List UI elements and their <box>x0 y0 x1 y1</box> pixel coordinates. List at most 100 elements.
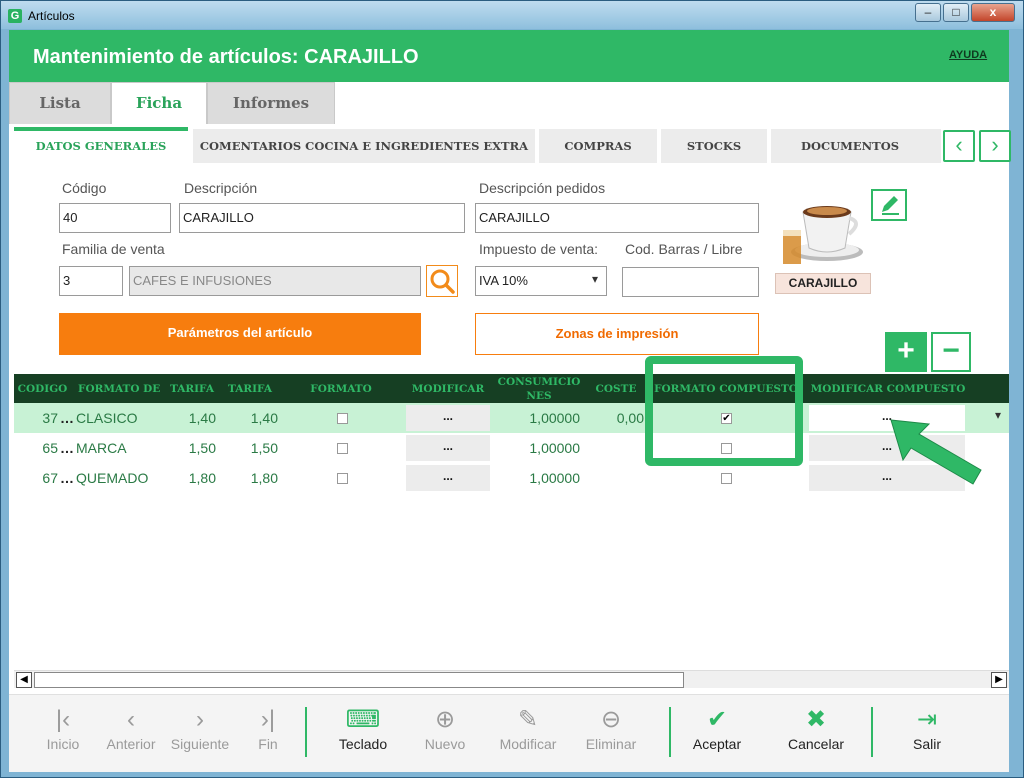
search-icon[interactable] <box>426 265 458 297</box>
subtab-compras[interactable]: COMPRAS <box>539 129 657 163</box>
eliminar-button[interactable]: ⊖ Eliminar <box>571 705 651 767</box>
cell-formato: CLASICO <box>76 410 138 426</box>
next-icon: › <box>196 706 204 733</box>
exit-icon: ⇥ <box>916 706 938 733</box>
col-tarifa-2: TARIFA <box>227 383 272 395</box>
teclado-button[interactable]: ⌨ Teclado <box>323 705 403 767</box>
modificar-tool-button[interactable]: ✎ Modificar <box>487 705 569 767</box>
impuesto-label: Impuesto de venta: <box>479 241 599 257</box>
table-row[interactable]: 37 … CLASICO 1,40 1,40 ... 1,00000 0,00 … <box>14 403 1009 433</box>
scroll-thumb[interactable] <box>34 672 684 688</box>
codigo-field[interactable]: 40 <box>59 203 171 233</box>
cell-tarifa-1: 1,40 <box>188 410 216 426</box>
salir-button[interactable]: ⇥ Salir <box>887 705 967 767</box>
fin-button[interactable]: ›| Fin <box>241 705 295 767</box>
parametros-button[interactable]: Parámetros del artículo <box>59 313 421 355</box>
page-title: Mantenimiento de artículos: CARAJILLO <box>33 46 419 68</box>
descripcion-label: Descripción <box>184 180 258 196</box>
codbarras-field[interactable] <box>622 267 759 297</box>
anterior-button[interactable]: ‹ Anterior <box>99 705 163 767</box>
tab-ficha[interactable]: Ficha <box>111 82 207 124</box>
add-row-button[interactable]: + <box>885 332 927 372</box>
cell-tarifa-2: 1,40 <box>250 410 278 426</box>
coffee-cup-icon <box>783 206 863 264</box>
remove-row-button[interactable]: − <box>931 332 971 372</box>
page-header: Mantenimiento de artículos: CARAJILLO AY… <box>9 30 1009 82</box>
cell-consumiciones: 1,00000 <box>529 470 580 486</box>
compuesto-checkbox[interactable] <box>721 473 732 484</box>
toolbar-separator <box>305 707 307 757</box>
col-formato-de: FORMATO DE <box>78 383 161 395</box>
cell-tarifa-2: 1,80 <box>250 470 278 486</box>
close-button[interactable]: x <box>971 3 1015 22</box>
edit-pencil-icon[interactable] <box>871 189 907 221</box>
scroll-right-icon[interactable]: ▶ <box>991 672 1007 688</box>
desc-pedidos-field[interactable]: CARAJILLO <box>475 203 759 233</box>
cell-coste <box>586 433 644 463</box>
keyboard-icon: ⌨ <box>345 706 381 733</box>
col-modificar-compuesto: MODIFICAR COMPUESTO <box>810 383 966 395</box>
aceptar-button[interactable]: ✔ Aceptar <box>677 705 757 767</box>
formato-checkbox[interactable] <box>337 413 348 424</box>
familia-name-field: CAFES E INFUSIONES <box>129 266 421 296</box>
col-consumiciones: CONSUMICIO NES <box>497 376 581 402</box>
cell-consumiciones: 1,00000 <box>529 440 580 456</box>
scroll-left-icon[interactable]: ◀ <box>16 672 32 688</box>
check-circle-icon: ✔ <box>706 706 728 733</box>
next-tab-arrow-icon[interactable]: › <box>979 130 1011 162</box>
cell-codigo: 37 <box>42 410 58 426</box>
col-tarifa-1: TARIFA <box>169 383 214 395</box>
bottom-toolbar: |‹ Inicio ‹ Anterior › Siguiente ›| Fin … <box>9 694 1009 772</box>
cell-coste <box>586 463 644 493</box>
subtab-comentarios[interactable]: COMENTARIOS COCINA E INGREDIENTES EXTRA <box>193 129 535 163</box>
minimize-button[interactable]: – <box>915 3 941 22</box>
article-photo[interactable]: CARAJILLO <box>775 190 871 294</box>
remove-circle-icon: ⊖ <box>600 706 622 733</box>
row-ellipsis-icon[interactable]: … <box>60 403 74 433</box>
prev-tab-arrow-icon[interactable]: ‹ <box>943 130 975 162</box>
cell-tarifa-2: 1,50 <box>250 440 278 456</box>
cancelar-button[interactable]: ✖ Cancelar <box>775 705 857 767</box>
maximize-button[interactable]: □ <box>943 3 969 22</box>
formato-checkbox[interactable] <box>337 473 348 484</box>
help-link[interactable]: AYUDA <box>949 49 987 61</box>
modificar-button[interactable]: ... <box>406 405 490 431</box>
subtab-datos-generales[interactable]: DATOS GENERALES <box>14 127 188 163</box>
pointer-arrow-icon <box>890 419 982 485</box>
cell-codigo: 67 <box>42 470 58 486</box>
descripcion-field[interactable]: CARAJILLO <box>179 203 465 233</box>
add-circle-icon: ⊕ <box>434 706 456 733</box>
codbarras-label: Cod. Barras / Libre <box>625 241 743 257</box>
formato-checkbox[interactable] <box>337 443 348 454</box>
subtab-stocks[interactable]: STOCKS <box>661 129 767 163</box>
modificar-button[interactable]: ... <box>406 435 490 461</box>
client-area: Mantenimiento de artículos: CARAJILLO AY… <box>9 30 1011 772</box>
photo-caption: CARAJILLO <box>775 273 871 294</box>
desc-pedidos-label: Descripción pedidos <box>479 180 606 196</box>
impuesto-select[interactable]: IVA 10% <box>475 266 607 296</box>
tab-lista[interactable]: Lista <box>9 82 111 124</box>
inicio-button[interactable]: |‹ Inicio <box>23 705 103 767</box>
cell-formato: MARCA <box>76 440 127 456</box>
cell-tarifa-1: 1,80 <box>188 470 216 486</box>
modificar-button[interactable]: ... <box>406 465 490 491</box>
col-modificar: MODIFICAR <box>411 383 485 395</box>
familia-code-field[interactable]: 3 <box>59 266 123 296</box>
toolbar-separator <box>669 707 671 757</box>
last-record-icon: ›| <box>260 706 276 733</box>
table-row[interactable]: 67 … QUEMADO 1,80 1,80 ... 1,00000 ... <box>14 463 1009 493</box>
table-row[interactable]: 65 … MARCA 1,50 1,50 ... 1,00000 ... <box>14 433 1009 463</box>
horizontal-scrollbar[interactable]: ◀ ▶ <box>14 670 1009 688</box>
familia-label: Familia de venta <box>62 241 165 257</box>
cell-coste: 0,00 <box>616 410 644 426</box>
row-ellipsis-icon[interactable]: … <box>60 433 74 463</box>
subtab-documentos-compra[interactable]: DOCUMENTOS COMPRA <box>771 129 941 163</box>
window-title: Artículos <box>28 9 75 23</box>
zonas-impresion-button[interactable]: Zonas de impresión <box>475 313 759 355</box>
row-ellipsis-icon[interactable]: … <box>60 463 74 493</box>
tab-informes[interactable]: Informes <box>207 82 335 124</box>
app-icon: G <box>8 9 22 23</box>
grid-header: CODIGO FORMATO DE TARIFA TARIFA FORMATO … <box>14 374 1009 404</box>
siguiente-button[interactable]: › Siguiente <box>165 705 235 767</box>
nuevo-button[interactable]: ⊕ Nuevo <box>405 705 485 767</box>
